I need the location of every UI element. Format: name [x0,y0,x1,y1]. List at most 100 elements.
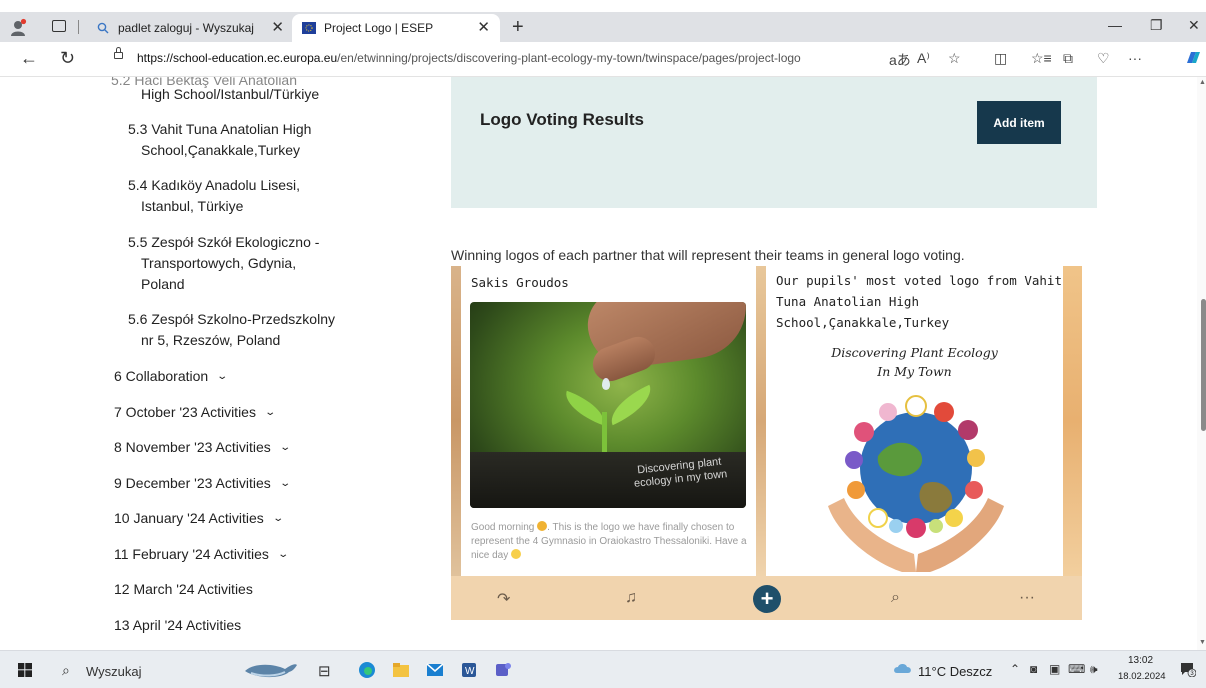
mail-icon[interactable] [426,661,444,679]
language-input-icon[interactable]: ⌨ [1068,662,1085,676]
tab-actions-icon[interactable] [52,20,66,32]
logo-script-text: In My Town [877,364,952,379]
panel-title: Logo Voting Results [480,110,645,129]
scroll-down-icon[interactable]: ▼ [1199,639,1206,646]
favorites-icon[interactable]: ☆≡ [1031,50,1052,67]
scroll-up-icon[interactable]: ▲ [1199,79,1206,86]
word-icon[interactable]: W [460,661,478,679]
volume-icon[interactable]: 🕪 [1090,662,1098,677]
more-options-icon[interactable]: ··· [1128,50,1142,66]
share-icon[interactable]: ↷ [497,589,510,609]
profile-icon[interactable] [8,18,28,38]
padlet-post-card[interactable]: Our pupils' most voted logo from Vahit T… [766,266,1063,576]
padlet-post-card[interactable]: Sakis Groudos Discovering plant ecology … [461,266,756,576]
minimize-icon[interactable]: — [1108,17,1122,33]
globe-flowers-hands-logo[interactable] [816,386,1016,576]
read-aloud-icon[interactable]: A⁾ [917,50,930,67]
sidebar-section-october[interactable]: 7 October '23 Activities ⌄ [114,402,276,423]
sidebar-section-november[interactable]: 8 November '23 Activities ⌄ [114,437,291,458]
copilot-icon[interactable] [1184,49,1202,67]
svg-text:W: W [465,666,475,677]
tab-title: Project Logo | ESEP [324,21,434,35]
refresh-icon[interactable]: ↻ [60,48,75,68]
chevron-down-icon[interactable]: ⌄ [216,367,228,387]
water-drop-shape [602,378,610,390]
tray-app-icon[interactable]: ◙ [1030,662,1037,676]
sidebar-item-5-3[interactable]: 5.3 Vahit Tuna Anatolian High [128,119,311,139]
favorite-star-icon[interactable]: ☆ [948,50,961,67]
sidebar-section-december[interactable]: 9 December '23 Activities ⌄ [114,473,291,494]
post-title-line: Our pupils' most voted logo from Vahit [776,273,1062,288]
scrollbar-thumb[interactable] [1201,299,1206,431]
sidebar-item-5-6-line2[interactable]: nr 5, Rzeszów, Poland [141,330,280,350]
close-window-icon[interactable]: ✕ [1188,17,1200,34]
seedling-photo[interactable]: Discovering plant ecology in my town [470,302,746,508]
sidebar-section-february[interactable]: 11 February '24 Activities ⌄ [114,544,289,565]
windows-start-icon[interactable] [18,663,32,677]
intro-text: Winning logos of each partner that will … [451,247,965,263]
weather-icon[interactable] [893,662,913,676]
clock-date[interactable]: 18.02.2024 [1118,671,1166,682]
sidebar-item-5-5[interactable]: 5.5 Zespół Szkół Ekologiczno - [128,232,319,252]
sidebar-item-5-5-line2[interactable]: Transportowych, Gdynia, [141,253,296,273]
tray-security-icon[interactable]: ▣ [1049,662,1060,676]
restore-icon[interactable]: ❐ [1150,17,1163,34]
add-item-button[interactable]: Add item [977,101,1061,144]
sidebar-section-january[interactable]: 10 January '24 Activities ⌄ [114,508,284,529]
task-view-icon[interactable]: ⊟ [318,662,331,680]
show-hidden-icons-chevron[interactable]: ⌃ [1010,662,1020,676]
item-number: 5.5 [128,234,148,250]
tab-separator [78,20,79,34]
translate-icon[interactable]: aあ [889,50,911,70]
search-icon[interactable]: ⌕ [891,589,900,607]
close-tab-icon[interactable]: ✕ [477,14,490,42]
url-text[interactable]: https://school-education.ec.europa.eu/en… [137,51,801,65]
clock-time[interactable]: 13:02 [1128,655,1153,666]
sidebar-section-collaboration[interactable]: 6 Collaboration ⌄ [114,366,228,387]
sidebar-item-5-4-line2[interactable]: Istanbul, Türkiye [141,196,243,216]
sidebar-item-5-4[interactable]: 5.4 Kadıköy Anadolu Lisesi, [128,175,300,195]
teams-icon[interactable] [494,661,512,679]
edge-browser-icon[interactable] [358,661,376,679]
browser-tab-strip: padlet zaloguj - Wyszukaj ✕ Project Logo… [0,12,1206,42]
close-tab-icon[interactable]: ✕ [271,14,284,42]
padlet-embed[interactable]: Sakis Groudos Discovering plant ecology … [451,266,1082,620]
section-label: 8 November '23 Activities [114,439,271,455]
whale-search-highlight-icon[interactable] [243,659,299,681]
more-icon[interactable]: ··· [1019,589,1035,607]
sidebar-section-march[interactable]: 12 March '24 Activities [114,579,253,599]
file-explorer-icon[interactable] [392,661,410,679]
browser-essentials-icon[interactable]: ♡ [1097,50,1110,67]
smile-emoji-icon [511,549,522,559]
url-path: /en/etwinning/projects/discovering-plant… [337,51,801,65]
collections-icon[interactable]: ⧉ [1063,50,1073,67]
section-label: 10 January '24 Activities [114,510,264,526]
notifications-icon[interactable]: 3 [1180,661,1196,677]
sidebar-section-april[interactable]: 13 April '24 Activities [114,615,241,635]
chevron-down-icon[interactable]: ⌄ [272,509,284,529]
add-post-button[interactable]: + [753,585,781,613]
chevron-down-icon[interactable]: ⌄ [279,474,291,494]
chevron-down-icon[interactable]: ⌄ [277,545,289,565]
chevron-down-icon[interactable]: ⌄ [264,403,276,423]
split-screen-icon[interactable]: ◫ [994,50,1007,67]
item-number: 5.3 [128,121,148,137]
bell-icon[interactable]: ♫ [625,589,637,607]
taskbar-search-icon[interactable]: ⌕ [62,662,70,679]
new-tab-icon[interactable]: + [512,15,524,39]
tab-project-logo[interactable]: Project Logo | ESEP ✕ [292,14,500,42]
sidebar-item-5-6[interactable]: 5.6 Zespół Szkolno-Przedszkolny [128,309,335,329]
taskbar-search-field[interactable]: Wyszukaj [86,664,142,679]
lock-icon[interactable] [114,47,123,59]
sidebar-item-5-2-line2[interactable]: High School/Istanbul/Türkiye [141,84,319,104]
logo-script-text: Discovering Plant Ecology [831,345,998,360]
sidebar-item-5-5-line3[interactable]: Poland [141,274,185,294]
sun-emoji-icon [537,521,548,531]
section-label: 7 October '23 Activities [114,404,256,420]
back-icon[interactable]: ← [20,48,38,68]
weather-text[interactable]: 11°C Deszcz [918,664,992,679]
section-label: 9 December '23 Activities [114,475,271,491]
sidebar-item-5-3-line2[interactable]: School,Çanakkale,Turkey [141,140,300,160]
chevron-down-icon[interactable]: ⌄ [279,438,291,458]
tab-padlet-search[interactable]: padlet zaloguj - Wyszukaj ✕ [86,14,294,42]
